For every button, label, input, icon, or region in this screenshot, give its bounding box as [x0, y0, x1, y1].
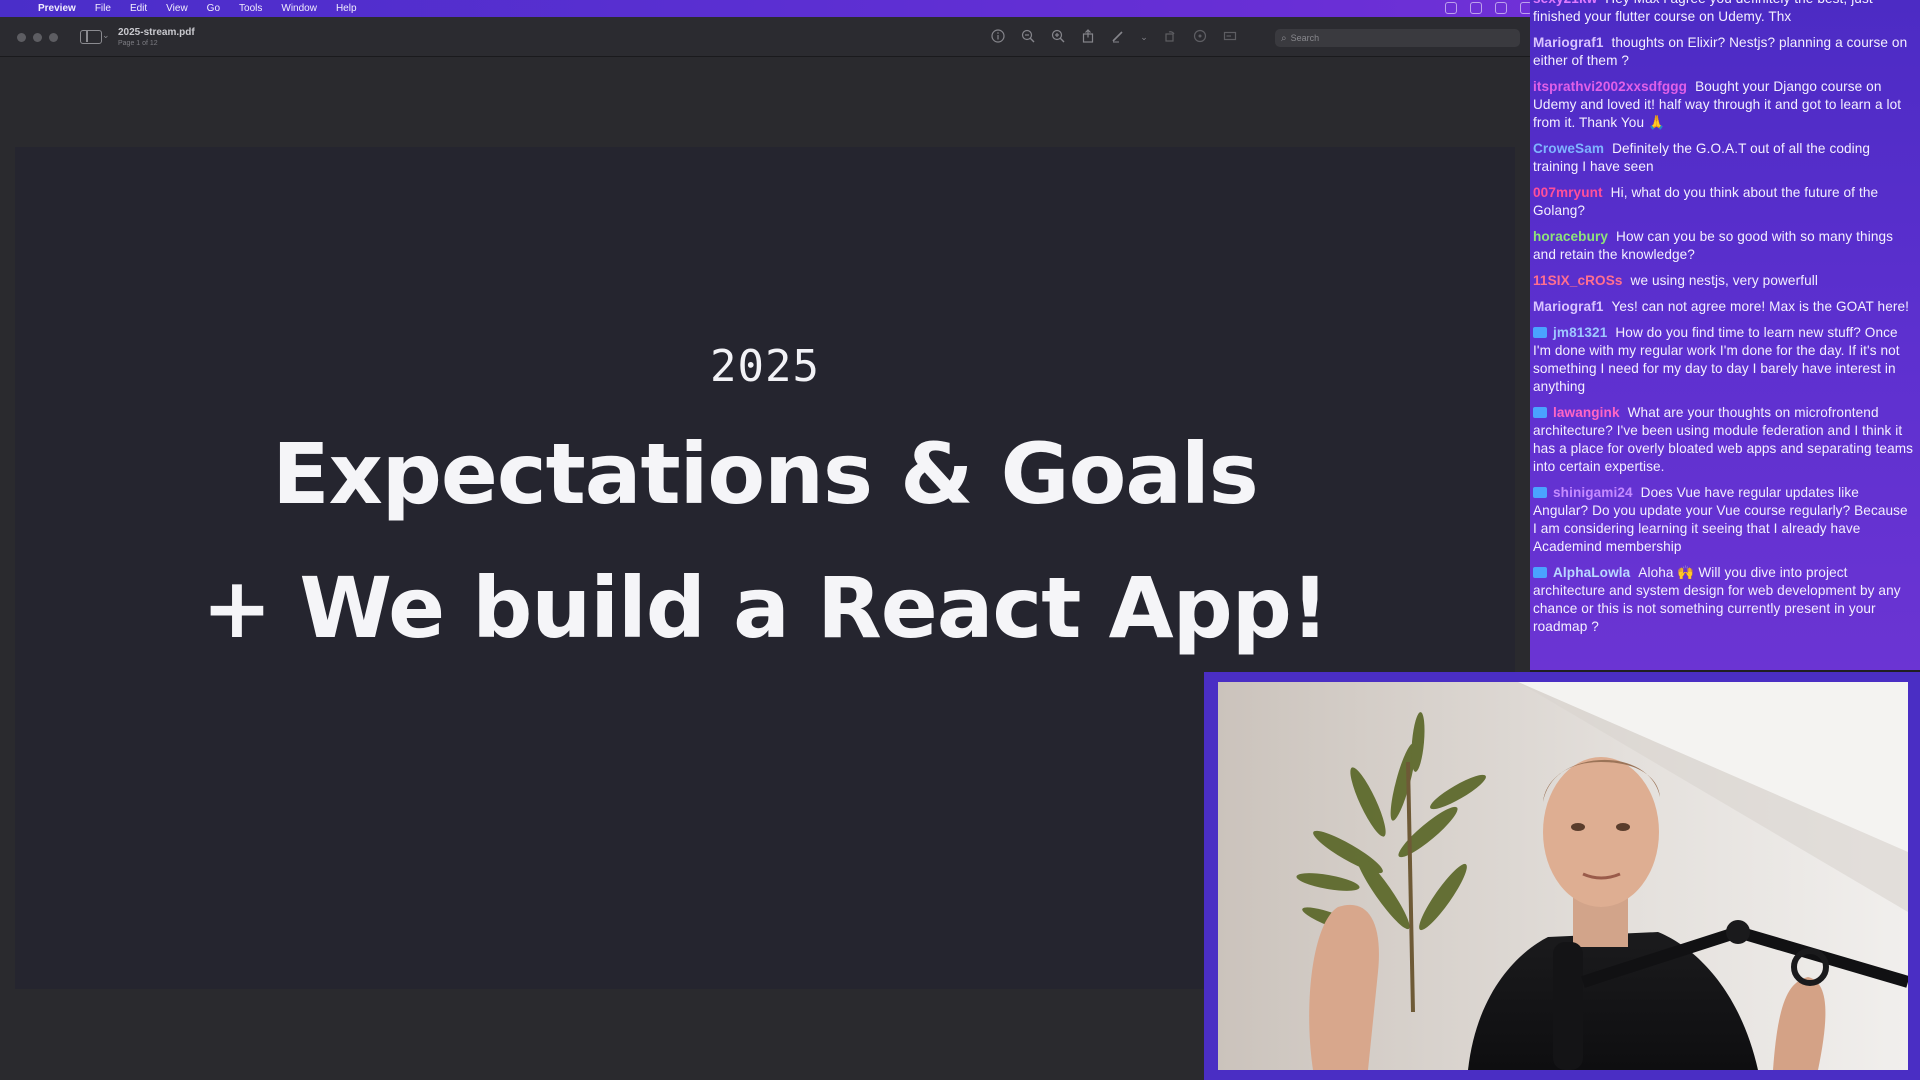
menu-tools[interactable]: Tools: [239, 3, 262, 14]
chat-username[interactable]: CroweSam: [1533, 141, 1604, 156]
chevron-down-icon[interactable]: ⌄: [102, 30, 110, 41]
chat-text: we using nestjs, very powerfull: [1630, 273, 1818, 288]
chat-message: 11SIX_cROSs we using nestjs, very powerfu…: [1533, 272, 1914, 290]
chat-message: Mariograf1 Yes! can not agree more! Max i…: [1533, 298, 1914, 316]
search-input[interactable]: [1290, 33, 1491, 43]
subscriber-badge-icon: [1533, 567, 1547, 578]
menu-help[interactable]: Help: [336, 3, 357, 14]
annotate-icon[interactable]: [1192, 29, 1208, 45]
zoom-button[interactable]: [49, 33, 58, 42]
status-icon-3[interactable]: [1495, 2, 1507, 14]
window-toolbar: ⌄ 2025-stream.pdf Page 1 of 12 ⌄ ⌕ Searc…: [0, 17, 1530, 57]
share-icon[interactable]: [1080, 29, 1096, 45]
document-title: 2025-stream.pdf: [118, 27, 195, 38]
zoom-out-icon[interactable]: [1020, 29, 1036, 45]
slide-subtitle: + We build a React App!: [201, 559, 1329, 657]
chat-message-list: sexy21kwHey Max i agree you definitely t…: [1530, 0, 1920, 644]
chat-username[interactable]: shinigami24: [1553, 485, 1633, 500]
chat-message: sexy21kwHey Max i agree you definitely t…: [1533, 0, 1914, 26]
rotate-icon[interactable]: [1162, 29, 1178, 45]
slide-year: 2025: [710, 341, 820, 392]
status-icon-1[interactable]: [1445, 2, 1457, 14]
webcam-illustration: [1218, 682, 1908, 1070]
chat-username[interactable]: 007mryunt: [1533, 185, 1603, 200]
status-icon-2[interactable]: [1470, 2, 1482, 14]
form-icon[interactable]: [1222, 29, 1238, 45]
menu-window[interactable]: Window: [281, 3, 317, 14]
menu-go[interactable]: Go: [207, 3, 220, 14]
menu-preview[interactable]: Preview: [38, 3, 76, 14]
chat-username[interactable]: jm81321: [1553, 325, 1607, 340]
toolbar-tools: ⌄: [990, 29, 1238, 45]
sidebar-toggle-icon[interactable]: [80, 30, 102, 44]
chat-message: jm81321 How do you find time to learn new…: [1533, 324, 1914, 396]
subscriber-badge-icon: [1533, 407, 1547, 418]
status-icons: [1445, 2, 1532, 14]
slide-title: Expectations & Goals: [272, 425, 1259, 523]
page-indicator: Page 1 of 12: [118, 40, 158, 47]
chat-username[interactable]: Mariograf1: [1533, 299, 1604, 314]
chat-username[interactable]: 11SIX_cROSs: [1533, 273, 1623, 288]
menu-file[interactable]: File: [95, 3, 111, 14]
chat-username[interactable]: AlphaLowla: [1553, 565, 1630, 580]
pen-icon[interactable]: [1110, 29, 1126, 45]
minimize-button[interactable]: [33, 33, 42, 42]
search-icon: ⌕: [1281, 32, 1287, 44]
chat-message: shinigami24 Does Vue have regular updates…: [1533, 484, 1914, 556]
chat-message: CroweSam Definitely the G.O.A.T out of al…: [1533, 140, 1914, 176]
close-button[interactable]: [17, 33, 26, 42]
search-field[interactable]: ⌕: [1275, 29, 1520, 47]
webcam-video: [1218, 682, 1908, 1070]
chat-message: lawangink What are your thoughts on micro…: [1533, 404, 1914, 476]
screen: Preview File Edit View Go Tools Window H…: [0, 0, 1920, 1080]
chat-username[interactable]: horacebury: [1533, 229, 1608, 244]
chat-username[interactable]: sexy21kw: [1533, 0, 1597, 6]
info-icon[interactable]: [990, 29, 1006, 45]
menu-view[interactable]: View: [166, 3, 188, 14]
window-controls: [17, 33, 58, 42]
chat-username[interactable]: itsprathvi2002xxsdfggg: [1533, 79, 1687, 94]
subscriber-badge-icon: [1533, 487, 1547, 498]
chat-panel: sexy21kwHey Max i agree you definitely t…: [1530, 0, 1920, 670]
chat-message: AlphaLowla Aloha 🙌 Will you dive into pro…: [1533, 564, 1914, 636]
chat-message: 007mryunt Hi, what do you think about the…: [1533, 184, 1914, 220]
chat-message: itsprathvi2002xxsdfggg Bought your Django…: [1533, 78, 1914, 132]
chat-message: Mariograf1 thoughts on Elixir? Nestjs? pl…: [1533, 34, 1914, 70]
pen-options-chevron-icon[interactable]: ⌄: [1140, 29, 1148, 45]
subscriber-badge-icon: [1533, 327, 1547, 338]
apple-icon[interactable]: [14, 2, 28, 16]
chat-text: Yes! can not agree more! Max is the GOAT…: [1611, 299, 1910, 314]
chat-message: horacebury How can you be so good with so…: [1533, 228, 1914, 264]
zoom-in-icon[interactable]: [1050, 29, 1066, 45]
chat-username[interactable]: lawangink: [1553, 405, 1620, 420]
menu-edit[interactable]: Edit: [130, 3, 147, 14]
chat-username[interactable]: Mariograf1: [1533, 35, 1604, 50]
